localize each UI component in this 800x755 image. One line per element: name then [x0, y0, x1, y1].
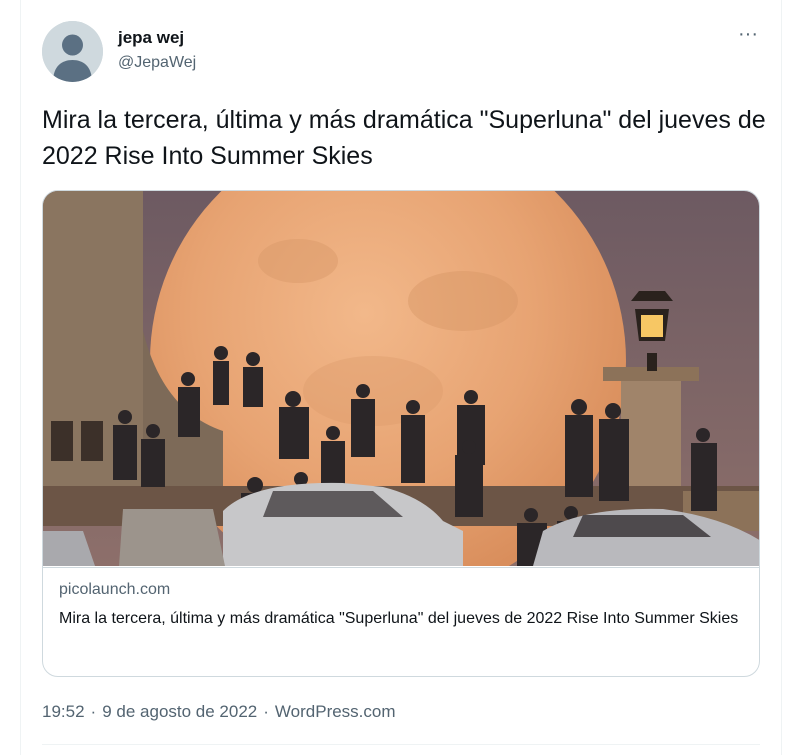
- avatar[interactable]: [42, 21, 103, 82]
- author-handle[interactable]: @JepaWej: [118, 54, 196, 72]
- tweet-timestamp-row: 19:52 · 9 de agosto de 2022 · WordPress.com: [42, 702, 396, 722]
- link-title: Mira la tercera, última y más dramática …: [59, 610, 739, 627]
- tweet-time[interactable]: 19:52: [42, 702, 85, 722]
- link-preview-meta: picolaunch.com Mira la tercera, última y…: [43, 567, 759, 676]
- separator-dot: ·: [90, 702, 97, 721]
- divider: [42, 744, 760, 745]
- link-preview-card[interactable]: picolaunch.com Mira la tercera, última y…: [42, 190, 760, 677]
- tweet-text: Mira la tercera, última y más dramática …: [42, 106, 766, 170]
- separator-dot: ·: [263, 702, 269, 721]
- more-options-icon[interactable]: ···: [734, 24, 762, 48]
- link-preview-image[interactable]: [43, 191, 759, 566]
- default-profile-icon: [42, 21, 103, 82]
- tweet-source-link[interactable]: WordPress.com: [275, 702, 396, 722]
- author-display-name[interactable]: jepa wej: [118, 28, 184, 48]
- tweet-date[interactable]: 9 de agosto de 2022: [102, 702, 257, 722]
- link-domain: picolaunch.com: [59, 581, 171, 598]
